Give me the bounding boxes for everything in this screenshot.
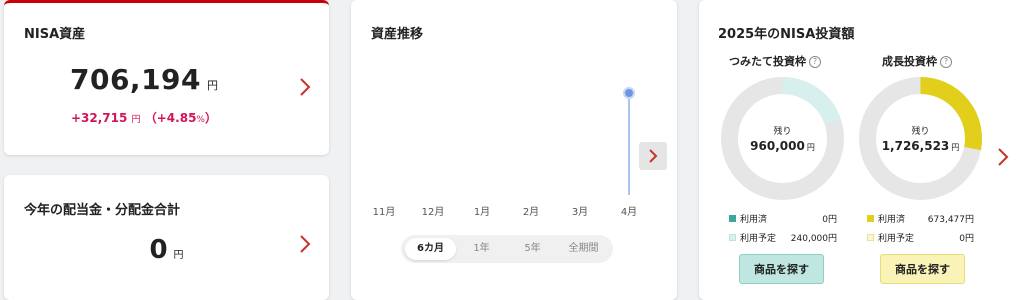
growth-planned-label: 利用予定: [878, 234, 915, 244]
nisa-assets-amount: 706,194 円: [4, 63, 284, 96]
growth-remaining-value: 1,726,523: [881, 139, 950, 153]
chevron-right-icon[interactable]: [299, 234, 311, 254]
period-1-year[interactable]: 1年: [456, 238, 507, 260]
tsumitate-remaining: 960,000 円: [750, 139, 815, 153]
chevron-right-icon[interactable]: [997, 147, 1009, 167]
tsumitate-used-label: 利用済: [740, 215, 768, 225]
tsumitate-remaining-value: 960,000: [750, 139, 805, 153]
help-icon[interactable]: ?: [940, 56, 952, 68]
tsumitate-planned-label: 利用予定: [740, 234, 777, 244]
growth-remaining-label: 残り: [911, 127, 930, 137]
growth-donut: 残り 1,726,523 円: [857, 75, 984, 202]
nisa-investment-card: 2025年のNISA投資額 つみたて投資枠? 残り 960,000 円 利用済 0…: [699, 0, 1024, 300]
tsumitate-donut-center: 残り 960,000 円: [719, 75, 846, 202]
chevron-right-icon[interactable]: [299, 77, 311, 97]
month-label: 1月: [473, 207, 491, 218]
growth-used-row: 利用済 673,477円: [867, 212, 974, 225]
gain-percent: （+4.85: [144, 111, 197, 125]
nisa-assets-card[interactable]: NISA資産 706,194 円 +32,715 円 （+4.85%）: [4, 0, 329, 155]
gain-percent-unit: %: [196, 115, 205, 125]
asset-trend-title: 資産推移: [371, 27, 424, 42]
chart-next-button[interactable]: [639, 142, 667, 170]
month-label: 3月: [571, 207, 589, 218]
month-label: 11月: [372, 207, 396, 218]
nisa-assets-value: 706,194: [69, 63, 202, 96]
growth-used-label: 利用済: [878, 215, 906, 225]
chart-highlight-line: [628, 93, 630, 195]
chart-data-point[interactable]: [623, 87, 635, 99]
tsumitate-planned-value: 240,000円: [790, 234, 837, 244]
period-5-years[interactable]: 5年: [507, 238, 558, 260]
nisa-assets-unit: 円: [207, 79, 219, 92]
gain-amount: +32,715: [70, 111, 128, 125]
asset-trend-card: 資産推移 11月 12月 1月 2月 3月 4月 6カ月 1年 5年 全期間: [351, 0, 677, 300]
nisa-investment-title: 2025年のNISA投資額: [718, 27, 855, 42]
used-swatch: [867, 215, 874, 222]
growth-donut-center: 残り 1,726,523 円: [857, 75, 984, 202]
dividends-amount: 0円: [4, 235, 329, 265]
month-label: 2月: [522, 207, 540, 218]
growth-label-text: 成長投資枠: [882, 55, 937, 68]
tsumitate-donut: 残り 960,000 円: [719, 75, 846, 202]
tsumitate-planned-row: 利用予定 240,000円: [729, 231, 837, 244]
period-all[interactable]: 全期間: [558, 238, 609, 260]
chevron-right-icon: [649, 149, 658, 163]
planned-swatch: [867, 234, 874, 241]
nisa-assets-gain: +32,715 円 （+4.85%）: [4, 109, 284, 126]
growth-used-value: 673,477円: [927, 215, 974, 225]
gain-percent-close: ）: [204, 111, 217, 125]
growth-remaining: 1,726,523 円: [882, 139, 960, 153]
period-selector: 6カ月 1年 5年 全期間: [401, 235, 613, 263]
month-label: 12月: [421, 207, 445, 218]
tsumitate-used-row: 利用済 0円: [729, 212, 837, 225]
gain-unit: 円: [131, 115, 141, 125]
growth-label: 成長投資枠?: [882, 53, 952, 69]
help-icon[interactable]: ?: [809, 56, 821, 68]
tsumitate-search-products-button[interactable]: 商品を探す: [739, 254, 824, 284]
dividends-title: 今年の配当金・分配金合計: [24, 203, 181, 218]
growth-remaining-unit: 円: [951, 143, 960, 152]
used-swatch: [729, 215, 736, 222]
tsumitate-label: つみたて投資枠?: [729, 53, 821, 69]
dividends-card[interactable]: 今年の配当金・分配金合計 0円: [4, 175, 329, 300]
tsumitate-label-text: つみたて投資枠: [729, 55, 806, 68]
month-label: 4月: [620, 207, 638, 218]
growth-planned-row: 利用予定 0円: [867, 231, 974, 244]
nisa-assets-title: NISA資産: [24, 27, 86, 42]
tsumitate-remaining-unit: 円: [806, 143, 815, 152]
planned-swatch: [729, 234, 736, 241]
dividends-value: 0: [149, 235, 168, 265]
tsumitate-used-value: 0円: [822, 215, 837, 225]
period-6-months[interactable]: 6カ月: [405, 238, 456, 260]
growth-search-products-button[interactable]: 商品を探す: [880, 254, 965, 284]
tsumitate-remaining-label: 残り: [773, 127, 792, 137]
dividends-unit: 円: [173, 250, 184, 261]
growth-planned-value: 0円: [959, 234, 974, 244]
